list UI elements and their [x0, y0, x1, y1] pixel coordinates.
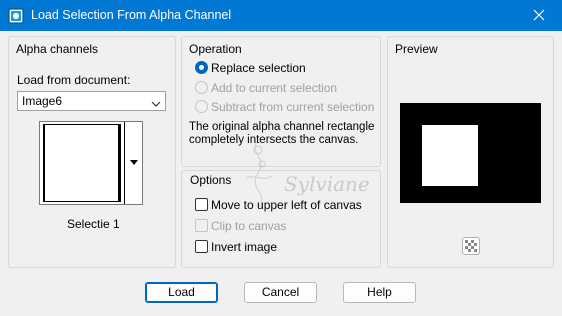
checkerboard-icon [465, 240, 477, 252]
cancel-button[interactable]: Cancel [244, 282, 317, 303]
watermark-flourish-icon [245, 139, 273, 207]
close-button[interactable] [516, 0, 562, 31]
options-group-title: Options [190, 173, 232, 187]
invert-image-checkbox[interactable] [195, 240, 208, 253]
close-icon [533, 9, 545, 21]
add-to-selection-radio[interactable] [195, 81, 208, 94]
window-title: Load Selection From Alpha Channel [31, 8, 232, 22]
invert-image-label[interactable]: Invert image [211, 240, 277, 254]
alpha-channel-thumbnail [43, 124, 121, 202]
title-bar: Load Selection From Alpha Channel [0, 0, 562, 31]
subtract-from-selection-radio[interactable] [195, 100, 208, 113]
preview-canvas [400, 103, 541, 203]
preview-background-toggle-button[interactable] [462, 237, 480, 255]
load-button[interactable]: Load [145, 282, 218, 303]
alpha-channel-app-icon [8, 8, 24, 24]
operation-group-title: Operation [189, 42, 242, 56]
dropdown-arrow-icon[interactable] [130, 160, 138, 165]
alpha-channel-thumbnail-dropdown[interactable] [39, 121, 143, 205]
preview-group-title: Preview [395, 42, 438, 56]
clip-to-canvas-label[interactable]: Clip to canvas [211, 219, 286, 233]
subtract-from-selection-label[interactable]: Subtract from current selection [211, 100, 374, 114]
move-to-upper-left-checkbox[interactable] [195, 198, 208, 211]
channel-name: Selectie 1 [67, 217, 120, 231]
preview-selection-area [422, 125, 478, 186]
thumbnail-divider [124, 122, 125, 204]
help-button[interactable]: Help [343, 282, 416, 303]
watermark: Sylviane [228, 138, 378, 208]
add-to-selection-label[interactable]: Add to current selection [211, 81, 337, 95]
clip-to-canvas-checkbox[interactable] [195, 219, 208, 232]
alpha-channels-group-title: Alpha channels [16, 42, 99, 56]
replace-selection-label[interactable]: Replace selection [211, 61, 306, 75]
watermark-text: Sylviane [284, 172, 370, 196]
replace-selection-radio[interactable] [195, 61, 208, 74]
document-select[interactable]: Image6 [17, 91, 166, 111]
load-from-document-label: Load from document: [17, 73, 131, 87]
chevron-down-icon [151, 97, 161, 111]
document-select-value: Image6 [22, 94, 63, 108]
